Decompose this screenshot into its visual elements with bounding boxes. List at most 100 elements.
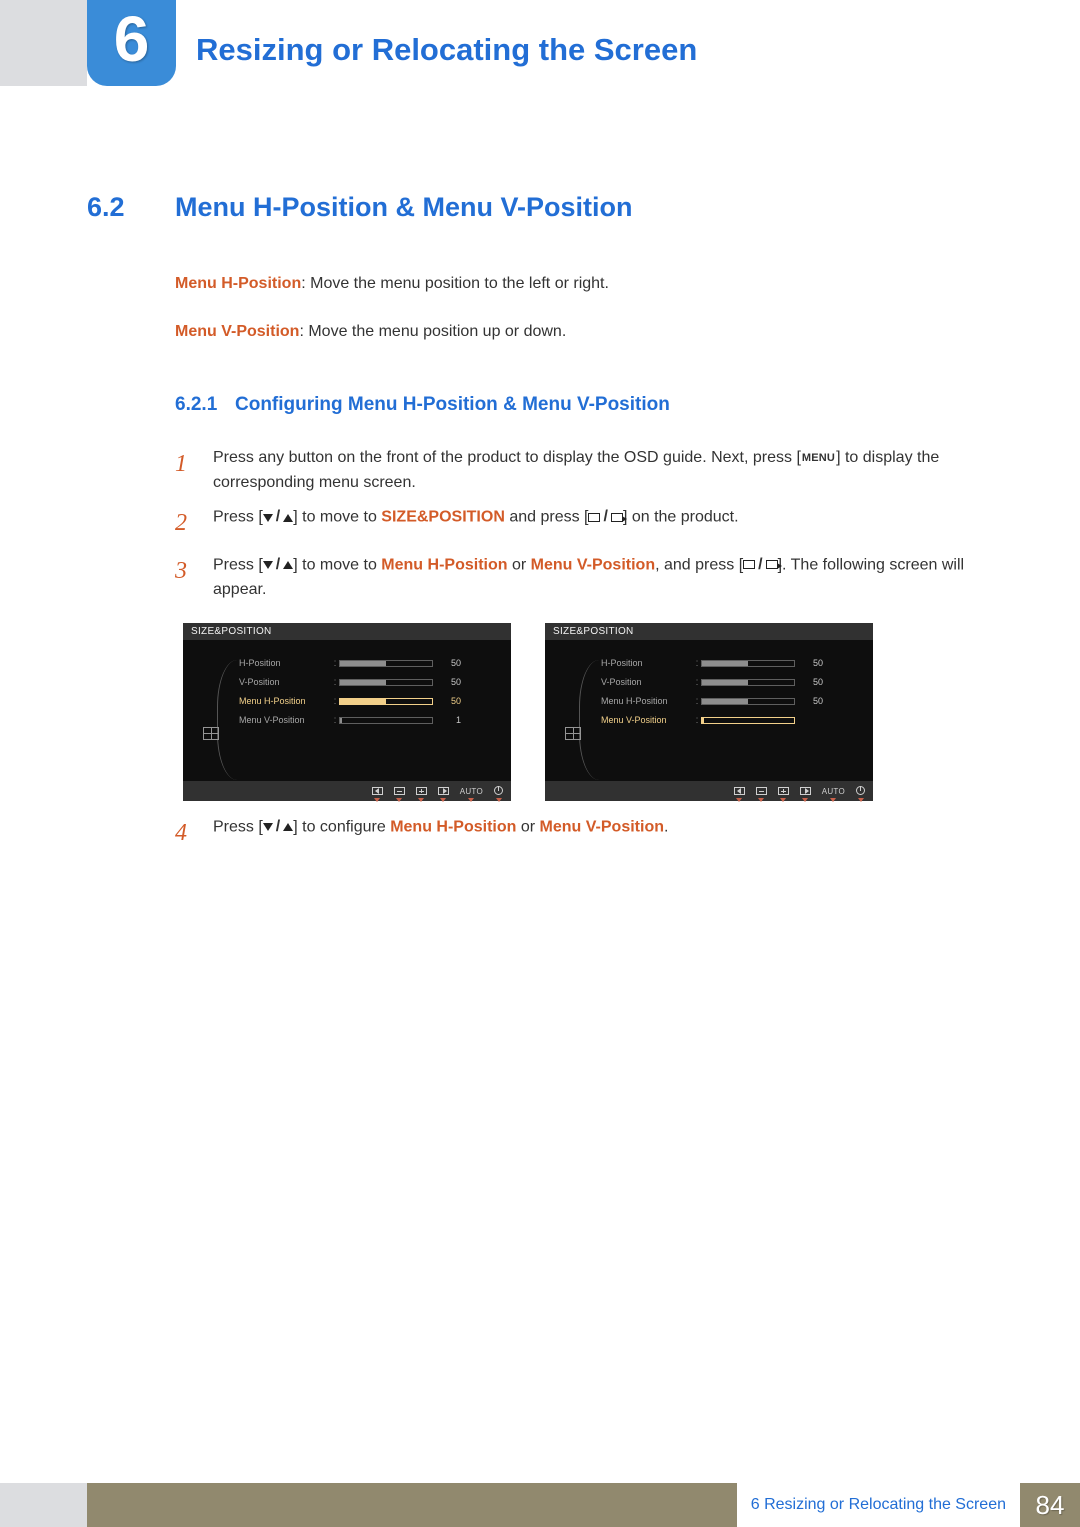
osd-left-rows: H-Position:50V-Position:50Menu H-Positio… bbox=[229, 654, 501, 740]
osd-row: V-Position: 50 bbox=[601, 673, 863, 692]
step-4-body: Press [/] to configure Menu H-Position o… bbox=[213, 815, 980, 852]
section-title: Menu H-Position & Menu V-Position bbox=[175, 192, 632, 223]
osd-curve-decoration bbox=[217, 660, 237, 780]
step3-t2: Menu V-Position bbox=[531, 556, 655, 573]
osd-slider bbox=[339, 660, 433, 667]
osd-slider bbox=[701, 679, 795, 686]
osd-row-label: Menu V-Position bbox=[239, 715, 331, 725]
step4-or: or bbox=[516, 818, 539, 835]
step2-mid2: and press [ bbox=[505, 509, 589, 526]
subsection-heading: 6.2.1 Configuring Menu H-Position & Menu… bbox=[175, 394, 980, 416]
triangle-down-icon bbox=[263, 561, 273, 569]
osd-slider bbox=[701, 660, 795, 667]
osd-nav-right-icon bbox=[438, 787, 449, 795]
chapter-title: Resizing or Relocating the Screen bbox=[196, 32, 697, 68]
step4-mid1: ] to configure bbox=[293, 818, 390, 835]
osd-row-value: 50 bbox=[441, 696, 461, 706]
osd-minus-icon bbox=[756, 787, 767, 795]
osd-row-label: Menu H-Position bbox=[601, 696, 693, 706]
down-up-icon: / bbox=[263, 505, 293, 530]
osd-row-label: Menu V-Position bbox=[601, 715, 693, 725]
triangle-up-icon bbox=[283, 561, 293, 569]
osd-row-label: H-Position bbox=[601, 658, 693, 668]
rect-icon bbox=[588, 513, 600, 522]
osd-row: H-Position:50 bbox=[601, 654, 863, 673]
desc-h-label: Menu H-Position bbox=[175, 275, 301, 292]
osd-row-value: 50 bbox=[803, 658, 823, 668]
chapter-number: 6 bbox=[114, 7, 150, 71]
osd-slider bbox=[339, 717, 433, 724]
osd-row-colon: : bbox=[331, 677, 339, 688]
osd-slider bbox=[701, 698, 795, 705]
osd-slider bbox=[339, 679, 433, 686]
osd-row-colon: : bbox=[331, 696, 339, 707]
desc-v-position: Menu V-Position: Move the menu position … bbox=[175, 321, 980, 343]
osd-nav-right-icon bbox=[800, 787, 811, 795]
step3-t1: Menu H-Position bbox=[381, 556, 507, 573]
osd-row-value: 50 bbox=[803, 677, 823, 687]
chapter-title-wrap: Resizing or Relocating the Screen bbox=[176, 25, 1080, 74]
osd-row-label: Menu H-Position bbox=[239, 696, 331, 706]
triangle-down-icon bbox=[263, 823, 273, 831]
step2-target: SIZE&POSITION bbox=[381, 509, 505, 526]
osd-nav-left-icon bbox=[734, 787, 745, 795]
section-heading: 6.2 Menu H-Position & Menu V-Position bbox=[0, 192, 1080, 223]
enter-icon: / bbox=[588, 505, 622, 530]
header-left-stripe bbox=[0, 0, 87, 86]
osd-right-title: SIZE&POSITION bbox=[545, 623, 873, 640]
osd-row-value: 50 bbox=[803, 696, 823, 706]
step4-pre: Press [ bbox=[213, 818, 263, 835]
step2-post: ] on the product. bbox=[623, 509, 739, 526]
step-2-number: 2 bbox=[175, 505, 213, 542]
step-3-body: Press [/] to move to Menu H-Position or … bbox=[213, 553, 980, 603]
desc-v-text: : Move the menu position up or down. bbox=[299, 323, 566, 340]
footer-page-number: 84 bbox=[1020, 1483, 1080, 1527]
step1-pre: Press any button on the front of the pro… bbox=[213, 449, 801, 466]
subsection-title: Configuring Menu H-Position & Menu V-Pos… bbox=[235, 394, 670, 416]
osd-row: Menu H-Position: 50 bbox=[239, 692, 501, 711]
osd-power-icon bbox=[856, 786, 865, 795]
triangle-down-icon bbox=[263, 514, 273, 522]
osd-footer: AUTO bbox=[545, 781, 873, 801]
osd-panel-left: SIZE&POSITION H-Position:50V-Position:50… bbox=[183, 623, 511, 801]
osd-row-colon: : bbox=[693, 677, 701, 688]
step3-mid1: ] to move to bbox=[293, 556, 381, 573]
triangle-up-icon bbox=[283, 823, 293, 831]
osd-row-value: 50 bbox=[441, 658, 461, 668]
osd-left-title: SIZE&POSITION bbox=[183, 623, 511, 640]
step-4-number: 4 bbox=[175, 815, 213, 852]
subsection-number: 6.2.1 bbox=[175, 394, 235, 416]
osd-row-label: V-Position bbox=[601, 677, 693, 687]
osd-row-colon: : bbox=[693, 715, 701, 726]
osd-screenshots: SIZE&POSITION H-Position:50V-Position:50… bbox=[183, 623, 980, 801]
osd-row: Menu H-Position:50 bbox=[601, 692, 863, 711]
footer-stripe: 6 Resizing or Relocating the Screen 84 bbox=[87, 1483, 1080, 1527]
osd-auto-label: AUTO bbox=[460, 787, 483, 795]
footer-chapter-label: 6 Resizing or Relocating the Screen bbox=[737, 1483, 1020, 1527]
osd-auto-label: AUTO bbox=[822, 787, 845, 795]
desc-h-text: : Move the menu position to the left or … bbox=[301, 275, 609, 292]
rect-arrow-icon bbox=[766, 560, 778, 569]
desc-v-label: Menu V-Position bbox=[175, 323, 299, 340]
osd-nav-left-icon bbox=[372, 787, 383, 795]
osd-footer: AUTO bbox=[183, 781, 511, 801]
osd-row-label: V-Position bbox=[239, 677, 331, 687]
step-3-number: 3 bbox=[175, 553, 213, 603]
section-number: 6.2 bbox=[87, 192, 175, 223]
osd-row-value: 1 bbox=[441, 715, 461, 725]
footer-left-stripe bbox=[0, 1483, 87, 1527]
osd-panel-right: SIZE&POSITION H-Position:50V-Position:50… bbox=[545, 623, 873, 801]
osd-row-value: 50 bbox=[441, 677, 461, 687]
rect-arrow-icon bbox=[611, 513, 623, 522]
step4-t1: Menu H-Position bbox=[390, 818, 516, 835]
chapter-header: 6 Resizing or Relocating the Screen bbox=[0, 0, 1080, 86]
osd-row-colon: : bbox=[331, 658, 339, 669]
osd-plus-icon bbox=[778, 787, 789, 795]
step3-or: or bbox=[508, 556, 531, 573]
step-2-body: Press [/] to move to SIZE&POSITION and p… bbox=[213, 505, 980, 542]
step-2: 2 Press [/] to move to SIZE&POSITION and… bbox=[175, 505, 980, 542]
step3-pre: Press [ bbox=[213, 556, 263, 573]
osd-row: Menu V-Position: bbox=[601, 711, 863, 730]
step-4: 4 Press [/] to configure Menu H-Position… bbox=[175, 815, 980, 852]
step-3: 3 Press [/] to move to Menu H-Position o… bbox=[175, 553, 980, 603]
